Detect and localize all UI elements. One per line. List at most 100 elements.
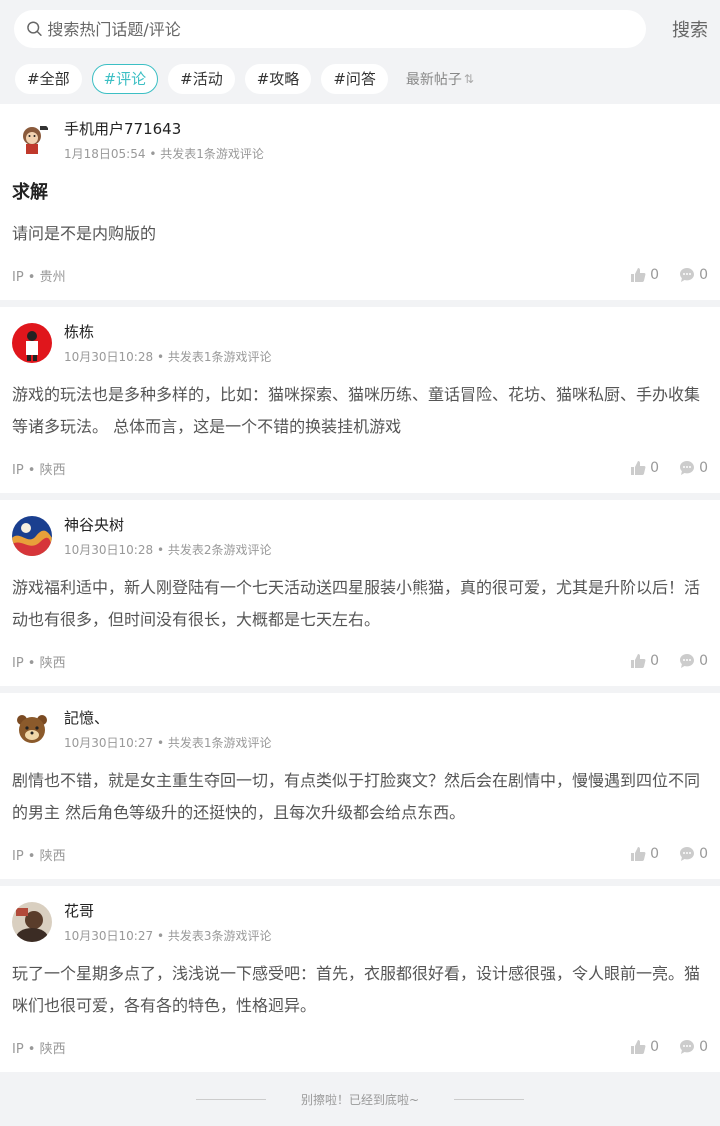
sort-dropdown[interactable]: 最新帖子 ⇅: [406, 69, 474, 89]
tag-review[interactable]: #评论: [91, 64, 159, 94]
post-card[interactable]: 記憶、 10月30日10:27 • 共发表1条游戏评论 剧情也不错，就是女主重生…: [0, 693, 720, 879]
tag-guide[interactable]: #攻略: [244, 64, 312, 94]
separator-dot: •: [156, 736, 168, 750]
like-count: 0: [650, 460, 660, 476]
search-icon: [27, 21, 42, 36]
like-button[interactable]: 0: [630, 1039, 659, 1055]
post-date: 10月30日10:27: [64, 736, 154, 750]
post-header: 手机用户771643 1月18日05:54 • 共发表1条游戏评论: [12, 118, 708, 162]
username[interactable]: 神谷央树: [64, 514, 272, 536]
post-date: 10月30日10:27: [64, 929, 154, 943]
tag-activity[interactable]: #活动: [168, 64, 235, 94]
ip-location: IP • 陕西: [12, 655, 66, 671]
avatar-monkey-icon: [12, 120, 52, 160]
comment-button[interactable]: 0: [679, 846, 708, 862]
post-subline: 10月30日10:27 • 共发表1条游戏评论: [64, 734, 272, 751]
thumbs-up-icon: [631, 654, 646, 668]
post-content[interactable]: 游戏的玩法也是多种多样的，比如：猫咪探索、猫咪历练、童话冒险、花坊、猫咪私厨、手…: [12, 379, 708, 443]
user-review-count: 共发表1条游戏评论: [167, 736, 272, 750]
ip-location: IP • 陕西: [12, 848, 66, 864]
post-header: 神谷央树 10月30日10:28 • 共发表2条游戏评论: [12, 514, 708, 558]
search-input[interactable]: [47, 19, 646, 39]
post-date: 10月30日10:28: [64, 543, 154, 557]
post-meta: 神谷央树 10月30日10:28 • 共发表2条游戏评论: [64, 514, 272, 558]
post-card[interactable]: 手机用户771643 1月18日05:54 • 共发表1条游戏评论 求解 请问是…: [0, 104, 720, 300]
post-card[interactable]: 神谷央树 10月30日10:28 • 共发表2条游戏评论 游戏福利适中，新人刚登…: [0, 500, 720, 686]
like-button[interactable]: 0: [630, 460, 659, 476]
comment-bubble-icon: [680, 847, 695, 861]
comment-count: 0: [699, 460, 708, 476]
username[interactable]: 手机用户771643: [64, 118, 264, 140]
comment-bubble-icon: [680, 268, 695, 282]
comment-bubble-icon: [680, 461, 695, 475]
avatar[interactable]: [12, 516, 52, 556]
comment-button[interactable]: 0: [679, 460, 708, 476]
comment-count: 0: [699, 1039, 708, 1055]
post-header: 記憶、 10月30日10:27 • 共发表1条游戏评论: [12, 707, 708, 751]
post-footer: IP • 陕西 0 0: [12, 1022, 708, 1072]
post-subline: 10月30日10:28 • 共发表1条游戏评论: [64, 348, 272, 365]
comment-button[interactable]: 0: [679, 267, 708, 283]
comment-bubble-icon: [680, 654, 695, 668]
search-box[interactable]: [14, 10, 646, 48]
post-list: 手机用户771643 1月18日05:54 • 共发表1条游戏评论 求解 请问是…: [0, 104, 720, 1072]
search-button[interactable]: 搜索: [656, 16, 708, 42]
thumbs-up-icon: [631, 1040, 646, 1054]
post-content[interactable]: 游戏福利适中，新人刚登陆有一个七天活动送四星服装小熊猫，真的很可爱，尤其是升阶以…: [12, 572, 708, 636]
comment-count: 0: [699, 846, 708, 862]
end-of-list: 别擦啦！已经到底啦~: [0, 1079, 720, 1119]
like-button[interactable]: 0: [630, 653, 659, 669]
post-subline: 10月30日10:28 • 共发表2条游戏评论: [64, 541, 272, 558]
post-header: 花哥 10月30日10:27 • 共发表3条游戏评论: [12, 900, 708, 944]
post-card[interactable]: 花哥 10月30日10:27 • 共发表3条游戏评论 玩了一个星期多点了，浅浅说…: [0, 886, 720, 1072]
avatar-wave-icon: [12, 516, 52, 556]
separator-dot: •: [156, 543, 168, 557]
avatar[interactable]: [12, 709, 52, 749]
username[interactable]: 栋栋: [64, 321, 272, 343]
separator-dot: •: [156, 350, 168, 364]
tag-qa[interactable]: #问答: [321, 64, 388, 94]
post-meta: 花哥 10月30日10:27 • 共发表3条游戏评论: [64, 900, 272, 944]
tag-all[interactable]: #全部: [15, 64, 82, 94]
post-date: 10月30日10:28: [64, 350, 154, 364]
comment-button[interactable]: 0: [679, 653, 708, 669]
comment-count: 0: [699, 267, 708, 283]
ip-location: IP • 贵州: [12, 269, 66, 285]
post-meta: 栋栋 10月30日10:28 • 共发表1条游戏评论: [64, 321, 272, 365]
post-meta: 手机用户771643 1月18日05:54 • 共发表1条游戏评论: [64, 118, 264, 162]
divider-line: [454, 1098, 525, 1100]
ip-location: IP • 陕西: [12, 462, 66, 478]
like-count: 0: [650, 846, 660, 862]
post-footer: IP • 贵州 0 0: [12, 250, 708, 300]
like-count: 0: [650, 267, 660, 283]
avatar[interactable]: [12, 902, 52, 942]
post-content[interactable]: 剧情也不错，就是女主重生夺回一切，有点类似于打脸爽文？然后会在剧情中，慢慢遇到四…: [12, 765, 708, 829]
avatar-red-icon: [12, 323, 52, 363]
avatar-bear-icon: [12, 709, 52, 749]
post-card[interactable]: 栋栋 10月30日10:28 • 共发表1条游戏评论 游戏的玩法也是多种多样的，…: [0, 307, 720, 493]
post-subline: 1月18日05:54 • 共发表1条游戏评论: [64, 145, 264, 162]
post-date: 1月18日05:54: [64, 147, 146, 161]
comment-button[interactable]: 0: [679, 1039, 708, 1055]
post-footer: IP • 陕西 0 0: [12, 443, 708, 493]
like-button[interactable]: 0: [630, 846, 659, 862]
avatar-photo-icon: [12, 902, 52, 942]
thumbs-up-icon: [631, 268, 646, 282]
post-content[interactable]: 请问是不是内购版的: [12, 218, 708, 250]
like-button[interactable]: 0: [630, 267, 659, 283]
user-review-count: 共发表3条游戏评论: [167, 929, 272, 943]
post-content[interactable]: 玩了一个星期多点了，浅浅说一下感受吧：首先，衣服都很好看，设计感很强，令人眼前一…: [12, 958, 708, 1022]
post-footer: IP • 陕西 0 0: [12, 829, 708, 879]
username[interactable]: 記憶、: [64, 707, 272, 729]
sort-arrows-icon: ⇅: [463, 72, 474, 86]
end-text: 别擦啦！已经到底啦~: [300, 1092, 420, 1107]
post-meta: 記憶、 10月30日10:27 • 共发表1条游戏评论: [64, 707, 272, 751]
separator-dot: •: [149, 147, 161, 161]
username[interactable]: 花哥: [64, 900, 272, 922]
user-review-count: 共发表1条游戏评论: [167, 350, 272, 364]
avatar[interactable]: [12, 323, 52, 363]
avatar[interactable]: [12, 120, 52, 160]
header: 搜索 #全部 #评论 #活动 #攻略 #问答 最新帖子 ⇅: [0, 0, 720, 104]
ip-location: IP • 陕西: [12, 1041, 66, 1057]
thumbs-up-icon: [631, 461, 646, 475]
